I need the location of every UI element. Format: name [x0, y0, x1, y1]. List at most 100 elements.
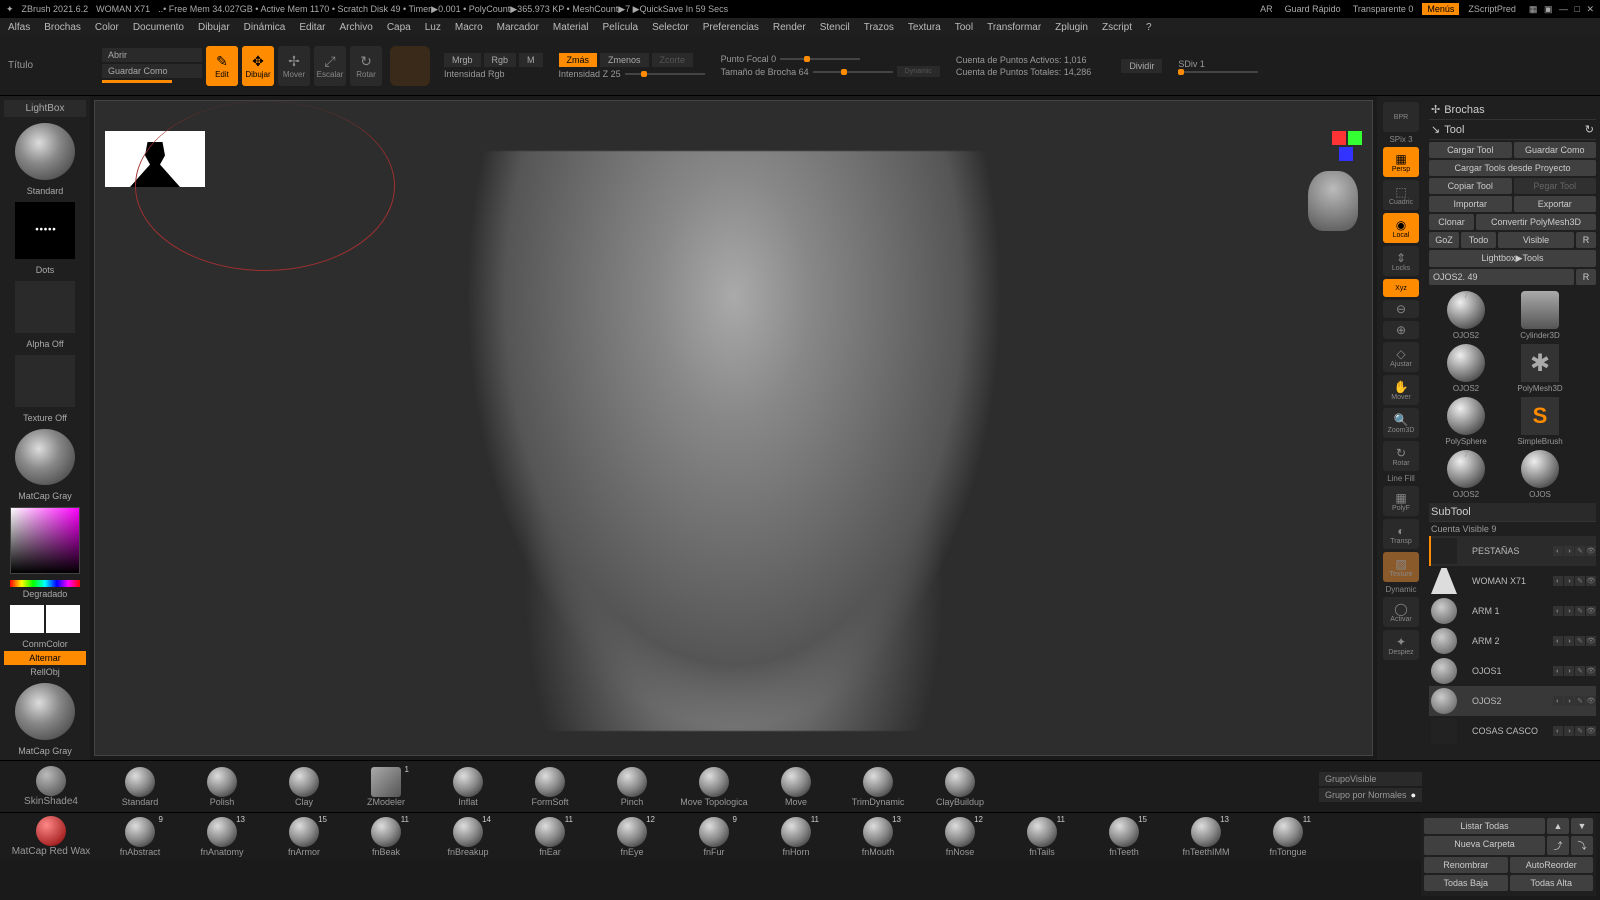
goz-button[interactable]: GoZ [1429, 232, 1459, 248]
menu-item[interactable]: Textura [908, 22, 941, 33]
rename-button[interactable]: Renombrar [1424, 857, 1508, 873]
lightbox-tools-button[interactable]: Lightbox▶Tools [1429, 250, 1596, 267]
scale-mode-button[interactable]: ⤢Escalar [314, 46, 346, 86]
zcut-button[interactable]: Zcorte [652, 53, 694, 67]
import-button[interactable]: Importar [1429, 196, 1512, 212]
tool-item[interactable]: ✱PolyMesh3D [1505, 344, 1575, 393]
imm-brush[interactable]: 13fnTeethIMM [1170, 817, 1242, 857]
menu-item[interactable]: Editar [299, 22, 325, 33]
material-orb-2[interactable] [36, 816, 66, 846]
stroke-thumb[interactable] [15, 202, 75, 259]
close-icon[interactable]: ✕ [1586, 4, 1594, 14]
shelf-brush[interactable]: Polish [186, 767, 258, 807]
subtool-item[interactable]: OJOS1◐◑✎👁 [1429, 656, 1596, 686]
tool-item[interactable]: Cylinder3D [1505, 291, 1575, 340]
subtool-item[interactable]: PESTAÑAS◐◑✎👁 [1429, 536, 1596, 566]
alternate-button[interactable]: Alternar [4, 651, 86, 665]
xyz-button[interactable]: Xyz [1383, 279, 1419, 297]
draw-mode-button[interactable]: ✥Dibujar [242, 46, 274, 86]
arrow-down-icon[interactable]: ▼ [1571, 818, 1593, 834]
imm-brush[interactable]: 15fnTeeth [1088, 817, 1160, 857]
menu-item[interactable]: Alfas [8, 22, 30, 33]
material-orb[interactable] [36, 766, 66, 796]
subtool-item[interactable]: COSAS CASCO◐◑✎👁 [1429, 716, 1596, 746]
focal-label[interactable]: Punto Focal 0 [721, 54, 777, 64]
move-down-icon[interactable]: ⤵ [1571, 836, 1593, 855]
window-grid-icon[interactable]: ▦ [1529, 4, 1538, 14]
fillobj-label[interactable]: RellObj [4, 667, 86, 677]
clone-button[interactable]: Clonar [1429, 214, 1474, 230]
menu-item[interactable]: Marcador [497, 22, 539, 33]
imm-brush[interactable]: 9fnAbstract [104, 817, 176, 857]
explode-button[interactable]: ✦Despiez [1383, 630, 1419, 660]
maximize-icon[interactable]: □ [1575, 4, 1580, 14]
tool-panel-title[interactable]: ↘Tool↻ [1429, 120, 1596, 140]
rgb-button[interactable]: Rgb [484, 53, 517, 67]
focal-slider[interactable] [780, 58, 860, 60]
brush-slider[interactable] [813, 71, 893, 73]
load-project-button[interactable]: Cargar Tools desde Proyecto [1429, 160, 1596, 176]
tool-item[interactable]: 7OJOS2 [1431, 450, 1501, 499]
ar-tag[interactable]: AR [1257, 3, 1276, 15]
menu-item[interactable]: Dibujar [198, 22, 230, 33]
subtool-item[interactable]: WOMAN X71◐◑✎👁 [1429, 566, 1596, 596]
subtool-item[interactable]: ARM 2◐◑✎👁 [1429, 626, 1596, 656]
dynamic-button[interactable]: Dynamic [897, 66, 940, 77]
brochas-panel-title[interactable]: ✢Brochas [1429, 100, 1596, 120]
rotate-mode-button[interactable]: ↻Rotar [350, 46, 382, 86]
paste-tool-button[interactable]: Pegar Tool [1514, 178, 1597, 194]
imm-brush[interactable]: 11fnEar [514, 817, 586, 857]
imm-brush[interactable]: 9fnFur [678, 817, 750, 857]
menu-item[interactable]: Render [773, 22, 806, 33]
imm-brush[interactable]: 13fnMouth [842, 817, 914, 857]
menu-item[interactable]: Color [95, 22, 119, 33]
bpr-button[interactable]: BPR [1383, 102, 1419, 132]
list-all-button[interactable]: Listar Todas [1424, 818, 1545, 834]
gradient-label[interactable]: Degradado [4, 589, 86, 599]
local-button[interactable]: ◉Local [1383, 213, 1419, 243]
texture-thumb[interactable] [15, 355, 75, 407]
imm-brush[interactable]: 12fnEye [596, 817, 668, 857]
sdiv-slider[interactable] [1178, 71, 1258, 73]
menu-item[interactable]: Documento [133, 22, 184, 33]
convert-button[interactable]: Convertir PolyMesh3D [1476, 214, 1596, 230]
shelf-brush[interactable]: ClayBuildup [924, 767, 996, 807]
eye-icon[interactable]: ◐ [1553, 546, 1563, 556]
viewport[interactable] [94, 100, 1373, 756]
material-thumb[interactable] [15, 429, 75, 486]
menu-item[interactable]: Zplugin [1055, 22, 1088, 33]
shelf-brush[interactable]: Pinch [596, 767, 668, 807]
minimize-icon[interactable]: — [1559, 4, 1568, 14]
fit-button[interactable]: ◇Ajustar [1383, 342, 1419, 372]
current-tool-label[interactable]: OJOS2. 49 [1429, 269, 1574, 285]
brush-thumb[interactable] [15, 123, 75, 180]
shelf-brush[interactable]: Move [760, 767, 832, 807]
subtool-item[interactable]: OJOS2◐◑✎👁 [1429, 686, 1596, 716]
arrow-up-icon[interactable]: ▲ [1547, 818, 1569, 834]
visibility-icon[interactable]: 👁 [1586, 546, 1596, 556]
imm-brush[interactable]: 12fnNose [924, 817, 996, 857]
imm-brush[interactable]: 15fnArmor [268, 817, 340, 857]
move-up-icon[interactable]: ⤴ [1547, 836, 1569, 855]
all-low-button[interactable]: Todas Baja [1424, 875, 1508, 891]
menu-item[interactable]: Tool [955, 22, 973, 33]
menu-item[interactable]: Stencil [820, 22, 850, 33]
tool-item[interactable]: OJOS [1505, 450, 1575, 499]
tool-item[interactable]: OJOS2 [1431, 344, 1501, 393]
spix-label[interactable]: SPix 3 [1389, 135, 1412, 144]
saveas-button[interactable]: Guardar Como [102, 64, 202, 78]
imm-brush[interactable]: 11fnHorn [760, 817, 832, 857]
shelf-brush[interactable]: FormSoft [514, 767, 586, 807]
rotate-button[interactable]: ↻Rotar [1383, 441, 1419, 471]
menu-item[interactable]: Película [602, 22, 638, 33]
transparent-label[interactable]: Transparente 0 [1350, 3, 1417, 15]
mrgb-button[interactable]: Mrgb [444, 53, 481, 67]
axis-gizmo[interactable] [1332, 131, 1362, 161]
zoom3d-button[interactable]: 🔍Zoom3D [1383, 408, 1419, 438]
zoom-in-button[interactable]: ⊕ [1383, 321, 1419, 339]
copy-tool-button[interactable]: Copiar Tool [1429, 178, 1512, 194]
shelf-brush[interactable]: TrimDynamic [842, 767, 914, 807]
menu-item[interactable]: Brochas [44, 22, 81, 33]
color-swatch-alt[interactable] [46, 605, 80, 633]
menu-item[interactable]: Capa [387, 22, 411, 33]
